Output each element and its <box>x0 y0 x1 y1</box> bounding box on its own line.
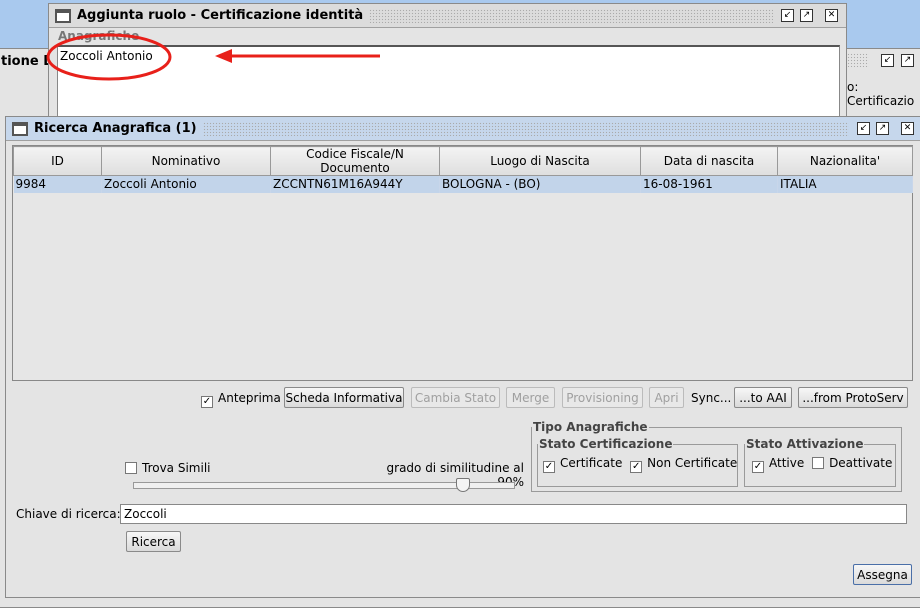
assegna-button[interactable]: Assegna <box>853 564 912 585</box>
close-icon[interactable]: ✕ <box>901 122 914 135</box>
annotation-ellipse <box>46 33 172 81</box>
stato-attivazione-group: Stato Attivazione ✓ Attive Deattivate <box>744 437 896 487</box>
checkbox-checked-icon: ✓ <box>630 461 643 473</box>
cell-id: 9984 <box>13 175 102 193</box>
maximize-icon[interactable]: ↗ <box>876 122 889 135</box>
slider-thumb[interactable] <box>456 478 471 492</box>
ricerca-button[interactable]: Ricerca <box>126 531 181 552</box>
attive-checkbox[interactable]: ✓ Attive <box>752 456 805 473</box>
search-window-title: Ricerca Anagrafica (1) <box>34 121 197 136</box>
sync-label: Sync... <box>691 391 732 405</box>
similarity-slider[interactable] <box>133 478 515 492</box>
provisioning-button[interactable]: Provisioning <box>562 387 643 408</box>
stato-attivazione-label: Stato Attivazione <box>746 437 864 451</box>
titlebar-grip <box>202 121 849 136</box>
column-header[interactable]: Nominativo <box>101 146 271 176</box>
anteprima-label: Anteprima <box>218 391 281 405</box>
table-header: ID Nominativo Codice Fiscale/N Documento… <box>13 146 913 176</box>
stato-certificazione-group: Stato Certificazione ✓ Certificate ✓ Non C… <box>537 437 739 487</box>
certificate-checkbox[interactable]: ✓ Certificate <box>543 456 623 473</box>
results-table-container: ID Nominativo Codice Fiscale/N Documento… <box>12 145 913 381</box>
column-header[interactable]: Luogo di Nascita <box>439 146 641 176</box>
search-window-titlebar[interactable]: Ricerca Anagrafica (1) ↙ ↗ ✕ <box>6 117 920 141</box>
stato-certificazione-label: Stato Certificazione <box>539 437 673 451</box>
checkbox-checked-icon: ✓ <box>752 461 764 473</box>
certificate-label: Certificate <box>560 456 623 470</box>
apri-button[interactable]: Apri <box>649 387 684 408</box>
annotation-arrow-head <box>215 49 232 63</box>
ricerca-anagrafica-window: Ricerca Anagrafica (1) ↙ ↗ ✕ ID Nominati… <box>5 116 920 598</box>
column-header[interactable]: ID <box>13 146 102 176</box>
merge-button[interactable]: Merge <box>506 387 555 408</box>
deattivate-checkbox[interactable]: Deattivate <box>812 456 892 470</box>
scheda-informativa-button[interactable]: Scheda Informativa <box>284 387 404 408</box>
deattivate-label: Deattivate <box>829 456 893 470</box>
attive-label: Attive <box>769 456 805 470</box>
non-certificate-label: Non Certificate <box>647 456 738 470</box>
search-key-label: Chiave di ricerca: <box>16 507 121 521</box>
checkbox-checked-icon: ✓ <box>543 461 555 473</box>
search-key-input[interactable]: Zoccoli <box>120 504 907 524</box>
checkbox-checked-icon: ✓ <box>201 396 213 408</box>
anteprima-checkbox[interactable]: ✓ Anteprima <box>201 391 281 408</box>
checkbox-unchecked-icon <box>125 462 137 474</box>
minimize-icon[interactable]: ↙ <box>857 122 870 135</box>
results-table: ID Nominativo Codice Fiscale/N Documento… <box>13 146 913 193</box>
non-certificate-checkbox[interactable]: ✓ Non Certificate <box>630 456 738 473</box>
sync-to-aai-button[interactable]: ...to AAI <box>734 387 792 408</box>
window-icon <box>12 121 28 136</box>
cell-codice-fiscale: ZCCNTN61M16A944Y <box>270 175 440 193</box>
cambia-stato-button[interactable]: Cambia Stato <box>411 387 500 408</box>
column-header[interactable]: Data di nascita <box>640 146 778 176</box>
tipo-anagrafiche-label: Tipo Anagrafiche <box>533 420 648 434</box>
column-header[interactable]: Codice Fiscale/N Documento <box>270 146 440 176</box>
trova-simili-checkbox[interactable]: Trova Simili <box>125 461 211 475</box>
column-header[interactable]: Nazionalita' <box>777 146 913 176</box>
trova-simili-label: Trova Simili <box>142 461 211 475</box>
table-row[interactable]: 9984 Zoccoli Antonio ZCCNTN61M16A944Y BO… <box>13 175 913 193</box>
cell-data-nascita: 16-08-1961 <box>640 175 778 193</box>
cell-nazionalita: ITALIA <box>777 175 913 193</box>
cell-luogo-nascita: BOLOGNA - (BO) <box>439 175 641 193</box>
sync-from-protoserv-button[interactable]: ...from ProtoServ <box>798 387 908 408</box>
cell-nominativo: Zoccoli Antonio <box>101 175 271 193</box>
checkbox-unchecked-icon <box>812 457 825 469</box>
